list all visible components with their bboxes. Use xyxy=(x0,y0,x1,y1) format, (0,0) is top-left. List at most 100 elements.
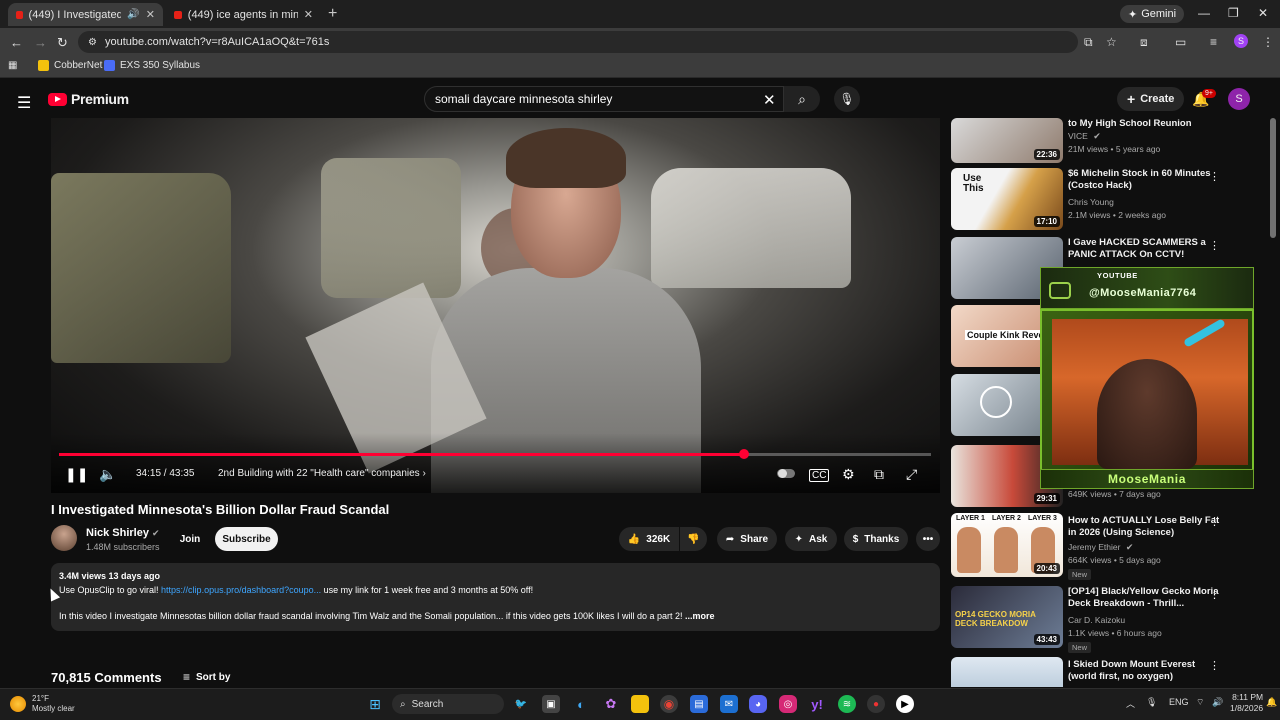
video-thumbnail[interactable]: LAYER 1 LAYER 2 LAYER 3 20:43 xyxy=(951,513,1063,577)
more-vert-icon[interactable]: ⋮ xyxy=(1209,588,1220,601)
minimize-icon[interactable]: — xyxy=(1198,6,1210,20)
create-button[interactable]: + Create xyxy=(1117,87,1185,111)
video-thumbnail[interactable]: 22:36 xyxy=(951,118,1063,163)
install-app-icon[interactable]: ⧉ xyxy=(1084,35,1093,50)
more-vert-icon[interactable]: ⋮ xyxy=(1209,515,1220,528)
bookmark-cobbernet[interactable]: CobberNet xyxy=(38,60,102,71)
outlook-icon[interactable]: ✉ xyxy=(720,695,738,713)
task-view-icon[interactable]: ▣ xyxy=(542,695,560,713)
file-explorer-icon[interactable] xyxy=(631,695,649,713)
tab-active[interactable]: (449) I Investigated Minnes... 🔊 ✕ xyxy=(8,3,163,26)
video-thumbnail[interactable]: Use This 17:10 xyxy=(951,168,1063,230)
window-close-icon[interactable]: ✕ xyxy=(1258,6,1268,20)
video-thumbnail[interactable] xyxy=(951,657,1063,687)
speaker-icon[interactable]: 🔊 xyxy=(127,9,139,20)
language-indicator[interactable]: ENG xyxy=(1169,697,1189,707)
miniplayer-icon[interactable]: ⧉ xyxy=(874,466,884,483)
instagram-icon[interactable]: ◎ xyxy=(779,695,797,713)
fullscreen-icon[interactable]: ⤢ xyxy=(906,466,917,483)
share-button[interactable]: ➦ Share xyxy=(717,527,777,551)
recommendation-title[interactable]: I Gave HACKED SCAMMERS a PANIC ATTACK On… xyxy=(1068,237,1223,261)
gemini-button[interactable]: ✦ Gemini xyxy=(1120,5,1185,23)
copilot-app-icon[interactable]: ✿ xyxy=(602,695,620,713)
like-button[interactable]: 👍 326K xyxy=(619,527,679,551)
discord-icon[interactable]: ◕ xyxy=(749,695,767,713)
media-controls-icon[interactable]: ≡ xyxy=(1210,35,1217,49)
thanks-button[interactable]: $ Thanks xyxy=(844,527,908,551)
weather-widget[interactable]: 21°F Mostly clear xyxy=(10,694,75,714)
tab-close-icon[interactable]: ✕ xyxy=(304,8,313,21)
progress-bar[interactable] xyxy=(59,449,931,459)
split-view-icon[interactable]: ▭ xyxy=(1175,35,1186,49)
recommendation-channel[interactable]: Car D. Kaizoku xyxy=(1068,615,1125,625)
bookmark-star-icon[interactable]: ☆ xyxy=(1106,35,1117,49)
new-tab-button[interactable]: + xyxy=(328,5,337,23)
recommendation-channel[interactable]: VICE ✔ xyxy=(1068,131,1101,142)
join-button[interactable]: Join xyxy=(172,527,208,551)
account-avatar[interactable]: S xyxy=(1228,88,1250,110)
pause-icon[interactable]: ❚❚ xyxy=(65,466,88,483)
tray-overflow-icon[interactable]: ︿ xyxy=(1126,697,1135,710)
captions-icon[interactable]: CC xyxy=(809,469,830,482)
ask-button[interactable]: ✦ Ask xyxy=(785,527,837,551)
recommendation-title[interactable]: I Skied Down Mount Everest (world first,… xyxy=(1068,659,1223,683)
copilot-icon[interactable]: 🐦 xyxy=(512,695,530,713)
recommendation-title[interactable]: $6 Michelin Stock in 60 Minutes (Costco … xyxy=(1068,168,1223,192)
edge-icon[interactable]: ◐ xyxy=(572,695,590,713)
more-vert-icon[interactable]: ⋮ xyxy=(1209,659,1220,672)
search-input[interactable]: somali daycare minnesota shirley xyxy=(424,86,784,112)
more-actions-button[interactable]: ••• xyxy=(916,527,940,551)
media-player-icon[interactable]: ▶ xyxy=(896,695,914,713)
settings-gear-icon[interactable]: ⚙ xyxy=(842,466,855,483)
hamburger-menu-icon[interactable]: ☰ xyxy=(17,93,31,113)
browser-profile-avatar[interactable]: S xyxy=(1234,34,1248,48)
tab-inactive[interactable]: (449) ice agents in minnesota - ✕ xyxy=(166,3,321,26)
tab-close-icon[interactable]: ✕ xyxy=(146,8,155,21)
subscribe-button[interactable]: Subscribe xyxy=(215,527,278,551)
browser-menu-icon[interactable]: ⋮ xyxy=(1262,35,1274,49)
notification-center-icon[interactable]: 🔔 xyxy=(1266,697,1277,708)
taskbar-search[interactable]: ⌕ Search xyxy=(392,694,504,714)
recommendation-item[interactable]: LAYER 1 LAYER 2 LAYER 3 20:43 How to ACT… xyxy=(951,513,1261,583)
volume-icon[interactable]: 🔊 xyxy=(1212,697,1223,708)
reload-icon[interactable]: ↻ xyxy=(57,35,68,51)
sort-by-button[interactable]: ≡ Sort by xyxy=(183,670,230,684)
description-link[interactable]: https://clip.opus.pro/dashboard?coupo... xyxy=(161,585,321,595)
wifi-icon[interactable]: ⌔ xyxy=(1196,697,1204,708)
show-more-link[interactable]: ...more xyxy=(685,611,715,621)
channel-name[interactable]: Nick Shirley ✔ xyxy=(86,527,160,539)
apps-grid-icon[interactable]: ▦ xyxy=(8,60,17,71)
chapter-title[interactable]: 2nd Building with 22 "Health care" compa… xyxy=(218,468,426,479)
video-thumbnail[interactable]: OP14 GECKO MORIA DECK BREAKDOW 43:43 xyxy=(951,586,1063,648)
channel-avatar[interactable] xyxy=(51,525,77,551)
site-info-icon[interactable]: ⚙ xyxy=(88,37,97,48)
tray-app-icon[interactable]: 🎙 xyxy=(1146,697,1157,708)
page-scrollbar[interactable] xyxy=(1270,118,1276,238)
recommendation-item[interactable]: I Skied Down Mount Everest (world first,… xyxy=(951,657,1261,687)
system-clock[interactable]: 8:11 PM 1/8/2026 xyxy=(1230,692,1263,714)
clear-search-icon[interactable]: ✕ xyxy=(763,91,776,109)
recommendation-item[interactable]: Use This 17:10 $6 Michelin Stock in 60 M… xyxy=(951,168,1261,232)
recording-app-icon[interactable]: ● xyxy=(867,695,885,713)
recommendation-title[interactable]: [OP14] Black/Yellow Gecko Moria Deck Bre… xyxy=(1068,586,1223,610)
extensions-icon[interactable]: ⧈ xyxy=(1140,35,1148,50)
more-vert-icon[interactable]: ⋮ xyxy=(1209,239,1220,252)
recommendation-channel[interactable]: Jeremy Ethier ✔ xyxy=(1068,542,1133,553)
voice-search-button[interactable]: 🎙 xyxy=(834,86,860,112)
youtube-premium-logo[interactable]: Premium xyxy=(48,91,129,107)
recommendation-channel[interactable]: Chris Young xyxy=(1068,197,1114,207)
search-button[interactable]: ⌕ xyxy=(784,86,820,112)
url-field[interactable]: ⚙ youtube.com/watch?v=r8AuICA1aOQ&t=761s xyxy=(78,31,1078,53)
recommendation-title[interactable]: to My High School Reunion xyxy=(1068,118,1223,130)
video-player[interactable]: ❚❚ 🔈 34:15 / 43:35 2nd Building with 22 … xyxy=(51,118,940,493)
back-icon[interactable]: ← xyxy=(10,35,23,50)
yahoo-icon[interactable]: y! xyxy=(808,695,826,713)
forward-icon[interactable]: → xyxy=(34,35,47,50)
dislike-button[interactable]: 👎 xyxy=(680,527,707,551)
recommendation-item[interactable]: OP14 GECKO MORIA DECK BREAKDOW 43:43 [OP… xyxy=(951,586,1261,653)
volume-icon[interactable]: 🔈 xyxy=(99,466,116,483)
windows-start-icon[interactable]: ⊞ xyxy=(366,695,384,713)
restore-icon[interactable]: ❐ xyxy=(1228,6,1239,20)
recommendation-title[interactable]: How to ACTUALLY Lose Belly Fat in 2026 (… xyxy=(1068,515,1223,539)
spotify-icon[interactable]: ≋ xyxy=(838,695,856,713)
